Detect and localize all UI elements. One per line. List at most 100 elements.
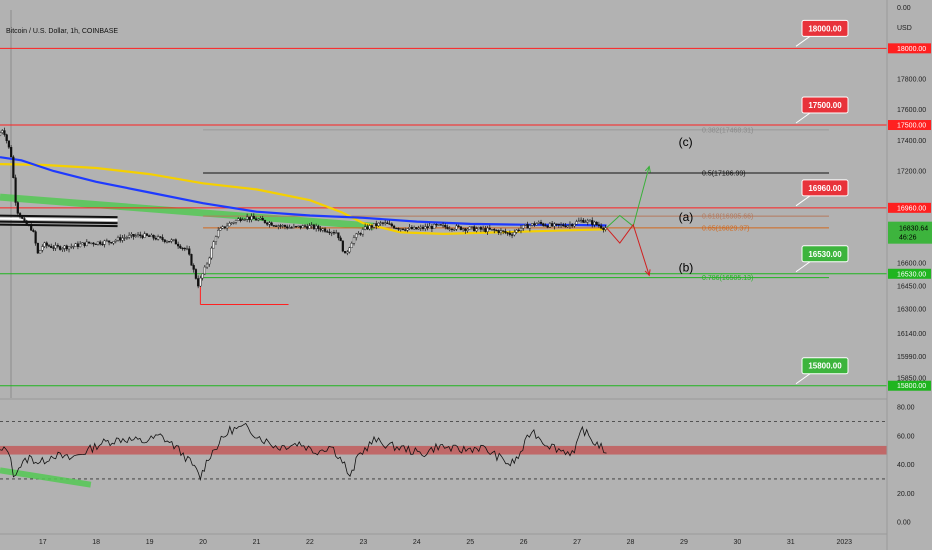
wave-label: (b) bbox=[679, 261, 694, 275]
candle-body bbox=[101, 243, 104, 246]
axis-top-zero: 0.00 bbox=[897, 5, 911, 12]
candle-body bbox=[528, 225, 531, 229]
candle-body bbox=[459, 226, 462, 230]
candle-body bbox=[154, 237, 157, 240]
candle-body bbox=[584, 221, 587, 223]
candle-body bbox=[239, 218, 242, 221]
candle-body bbox=[234, 219, 238, 223]
candle-body bbox=[32, 230, 35, 232]
candle-body bbox=[197, 278, 200, 287]
candle-body bbox=[136, 234, 140, 236]
candle-body bbox=[479, 227, 483, 230]
candle-body bbox=[377, 222, 380, 227]
candle-body bbox=[121, 237, 124, 241]
candle-body bbox=[535, 223, 538, 226]
candle-body bbox=[455, 225, 458, 230]
candle-body bbox=[346, 251, 349, 254]
candle-body bbox=[254, 218, 258, 221]
candle-body bbox=[34, 231, 37, 244]
candle-body bbox=[508, 232, 511, 235]
fib-label-0-65: 0.65(16829.37) bbox=[702, 225, 749, 232]
y-tick-label: 16600.00 bbox=[897, 261, 926, 268]
candle-body bbox=[52, 247, 55, 249]
candle-body bbox=[306, 226, 309, 229]
candle-body bbox=[553, 223, 556, 227]
candle-body bbox=[341, 240, 344, 252]
candle-body bbox=[96, 241, 100, 245]
candle-body bbox=[72, 245, 75, 248]
candle-body bbox=[426, 226, 429, 229]
candle-body bbox=[201, 273, 204, 279]
candle-body bbox=[192, 265, 195, 270]
candle-body bbox=[323, 228, 327, 232]
axis-level-tag-text: 16530.00 bbox=[897, 271, 926, 278]
x-tick-label: 30 bbox=[733, 539, 741, 546]
candle-body bbox=[141, 235, 144, 238]
chart-canvas[interactable]: 0.382(17468.31) 0.5(17186.99) 0.618(16905.… bbox=[0, 0, 932, 550]
candle-body bbox=[103, 240, 106, 245]
candle-body bbox=[568, 224, 572, 226]
candle-body bbox=[74, 243, 77, 247]
candle-body bbox=[475, 228, 478, 232]
axis-level-tag-text: 15800.00 bbox=[897, 383, 926, 390]
candle-body bbox=[250, 216, 253, 220]
x-tick-label: 17 bbox=[39, 539, 47, 546]
candle-body bbox=[464, 228, 467, 231]
candle-body bbox=[517, 229, 520, 232]
candle-body bbox=[181, 247, 184, 250]
fib-label-0-382: 0.382(17468.31) bbox=[702, 127, 753, 134]
candle-body bbox=[319, 228, 322, 231]
candle-body bbox=[453, 229, 456, 231]
candle-body bbox=[493, 229, 496, 231]
candle-body bbox=[579, 219, 583, 222]
candle-body bbox=[257, 219, 260, 221]
candle-body bbox=[297, 225, 300, 227]
y-tick-label: 16300.00 bbox=[897, 307, 926, 314]
candle-body bbox=[5, 134, 8, 141]
candle-body bbox=[524, 224, 527, 226]
candle-body bbox=[419, 226, 422, 229]
candle-body bbox=[542, 223, 545, 226]
candle-body bbox=[490, 229, 494, 231]
wave-label: (a) bbox=[679, 210, 694, 224]
candle-body bbox=[268, 222, 271, 225]
y-tick-label: 17600.00 bbox=[897, 107, 926, 114]
candle-body bbox=[1, 130, 4, 133]
candle-body bbox=[50, 245, 53, 248]
candle-body bbox=[364, 226, 367, 230]
x-tick-label: 24 bbox=[413, 539, 421, 546]
candle-body bbox=[172, 239, 175, 241]
wave-label: (c) bbox=[679, 135, 693, 149]
candle-body bbox=[355, 233, 358, 238]
candle-body bbox=[526, 224, 529, 229]
candle-body bbox=[10, 147, 13, 158]
y-tick-label: 17400.00 bbox=[897, 138, 926, 145]
candle-body bbox=[125, 237, 129, 239]
price-axis[interactable]: 0.00 USD 18000.00 17800.00 17600.00 17500.00 1… bbox=[886, 0, 932, 550]
candle-body bbox=[413, 227, 416, 230]
candle-body bbox=[45, 242, 48, 246]
candle-body bbox=[591, 220, 594, 225]
x-tick-label: 31 bbox=[787, 539, 795, 546]
candle-body bbox=[379, 222, 382, 224]
x-tick-label: 27 bbox=[573, 539, 581, 546]
current-price-countdown: 46:26 bbox=[899, 235, 917, 242]
candle-body bbox=[223, 226, 226, 229]
x-tick-label: 20 bbox=[199, 539, 207, 546]
candle-body bbox=[221, 226, 224, 229]
candle-body bbox=[435, 224, 438, 226]
axis-level-tag-text: 18000.00 bbox=[897, 46, 926, 53]
candle-body bbox=[533, 223, 536, 226]
callout-label: 18000.00 bbox=[808, 24, 842, 33]
candle-body bbox=[152, 234, 155, 239]
candle-body bbox=[328, 231, 331, 234]
candle-body bbox=[65, 245, 68, 250]
candle-body bbox=[279, 225, 282, 227]
y-tick-label: 16450.00 bbox=[897, 284, 926, 291]
candle-body bbox=[428, 225, 431, 229]
candle-body bbox=[43, 242, 46, 247]
candle-body bbox=[588, 220, 592, 222]
candle-body bbox=[252, 216, 255, 219]
candle-body bbox=[174, 239, 177, 245]
candle-body bbox=[272, 225, 275, 227]
